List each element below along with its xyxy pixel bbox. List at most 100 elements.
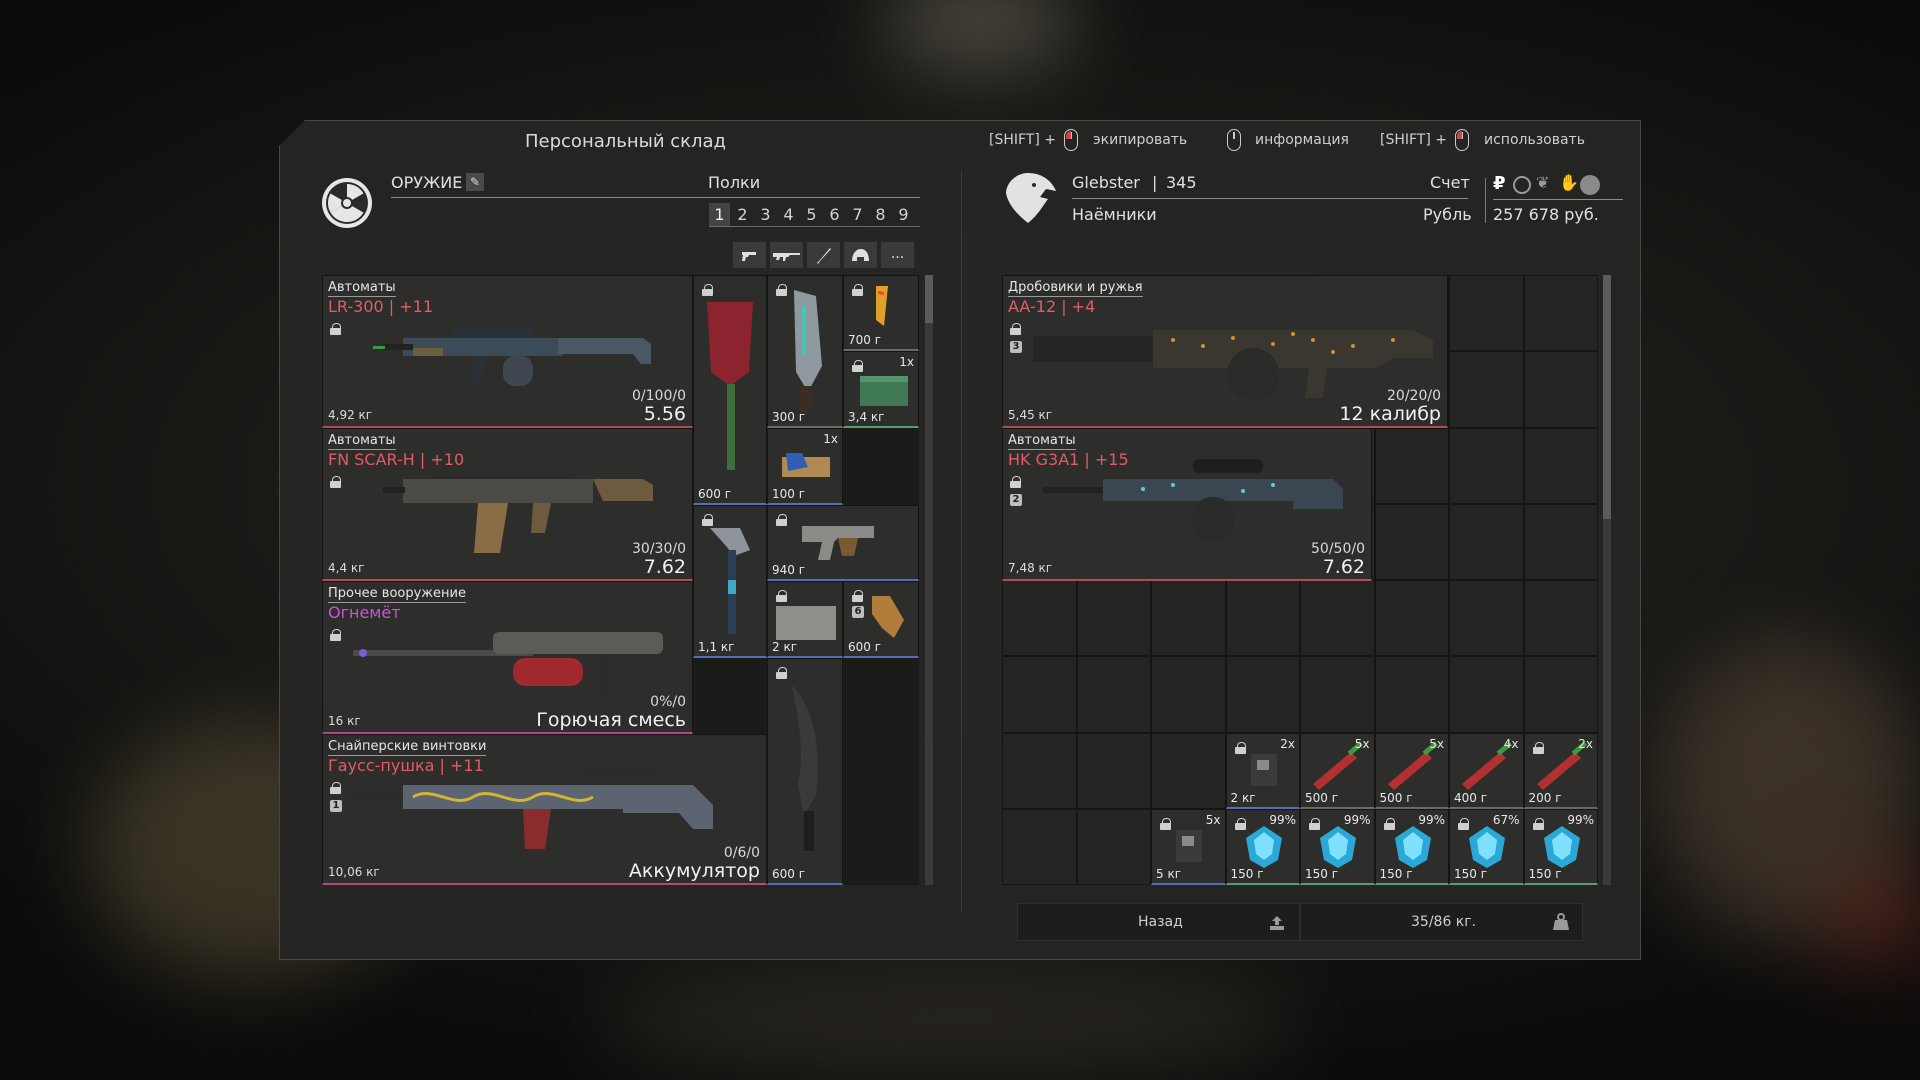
currency-rule xyxy=(1493,199,1623,200)
empty-grid-cell[interactable] xyxy=(1374,580,1449,657)
empty-grid-cell[interactable] xyxy=(1374,503,1449,580)
upload-icon xyxy=(1270,916,1284,930)
empty-grid-cell[interactable] xyxy=(1300,580,1375,657)
edit-icon[interactable]: ✎ xyxy=(466,173,484,191)
weapon-slot[interactable]: Дробовики и ружья AA-12 | +4 3 20/20/0 1… xyxy=(1002,275,1448,428)
empty-grid-cell[interactable] xyxy=(1523,351,1598,428)
shelf-6[interactable]: 6 xyxy=(824,203,845,226)
empty-grid-cell[interactable] xyxy=(1449,275,1524,352)
item-slot[interactable]: 99% 150 г xyxy=(1225,808,1300,885)
item-slot[interactable]: 600 г xyxy=(767,658,843,885)
shelf-1[interactable]: 1 xyxy=(709,203,730,226)
empty-grid-cell[interactable] xyxy=(1151,732,1226,809)
empty-grid-cell[interactable] xyxy=(1523,427,1598,504)
empty-grid-cell[interactable] xyxy=(1449,427,1524,504)
item-slot[interactable]: 300 г xyxy=(767,275,843,428)
item-slot[interactable]: 99% 150 г xyxy=(1300,808,1375,885)
empty-grid-cell[interactable] xyxy=(1374,656,1449,733)
item-slot[interactable]: 4x 400 г xyxy=(1449,732,1524,809)
empty-grid-cell[interactable] xyxy=(1225,656,1300,733)
weapon-caliber: 7.62 xyxy=(1322,556,1365,578)
currency-name: Рубль xyxy=(1423,205,1472,224)
hint-use-label: использовать xyxy=(1484,132,1585,148)
empty-grid-cell[interactable] xyxy=(1076,808,1151,885)
empty-grid-cell[interactable] xyxy=(1523,503,1598,580)
item-slot[interactable]: 1x 100 г xyxy=(767,428,843,505)
weapon-slot[interactable]: Автоматы HK G3A1 | +15 2 50/50/0 7.62 7,… xyxy=(1002,428,1372,581)
item-slot[interactable]: 67% 150 г xyxy=(1449,808,1524,885)
empty-grid-cell[interactable] xyxy=(1449,580,1524,657)
item-slot[interactable]: 2x 200 г xyxy=(1523,732,1598,809)
empty-grid-cell[interactable] xyxy=(1151,656,1226,733)
weapon-slot[interactable]: Прочее вооружение Огнемёт 0%/0 Горючая с… xyxy=(322,581,693,734)
shelves-rule xyxy=(709,226,920,227)
right-scroll-thumb[interactable] xyxy=(1603,275,1611,519)
back-button[interactable]: Назад xyxy=(1017,903,1300,941)
weapon-category: Снайперские винтовки xyxy=(328,739,487,756)
item-slot[interactable]: 1x 3,4 кг xyxy=(843,351,919,428)
item-slot[interactable]: 600 г xyxy=(693,275,767,505)
player-faction: Наёмники xyxy=(1072,205,1157,224)
empty-grid-cell[interactable] xyxy=(1374,427,1449,504)
empty-grid-cell[interactable] xyxy=(1523,656,1598,733)
panel-divider xyxy=(961,171,962,911)
shelf-2[interactable]: 2 xyxy=(732,203,753,226)
item-slot[interactable]: 99% 150 г xyxy=(1523,808,1598,885)
weapon-slot[interactable]: Снайперские винтовки Гаусс-пушка | +11 1… xyxy=(322,734,767,885)
lock-icon xyxy=(776,590,787,602)
shelf-3[interactable]: 3 xyxy=(755,203,776,226)
shelf-7[interactable]: 7 xyxy=(847,203,868,226)
item-slot[interactable]: 99% 150 г xyxy=(1374,808,1449,885)
weapon-ammo: 0/6/0 xyxy=(723,845,760,861)
eagle-emblem-icon xyxy=(1006,173,1056,223)
empty-grid-cell[interactable] xyxy=(1151,580,1226,657)
item-slot[interactable]: 940 г xyxy=(767,505,919,581)
item-weight: 500 г xyxy=(1379,790,1413,805)
filter-rifle-button[interactable] xyxy=(769,241,804,269)
weight-icon xyxy=(1553,913,1569,930)
empty-grid-cell[interactable] xyxy=(1225,580,1300,657)
empty-grid-cell[interactable] xyxy=(1076,656,1151,733)
filter-knife-button[interactable] xyxy=(806,241,841,269)
empty-grid-cell[interactable] xyxy=(1002,808,1077,885)
item-slot[interactable]: 5x 5 кг xyxy=(1151,808,1226,885)
shelf-9[interactable]: 9 xyxy=(893,203,914,226)
shelf-5[interactable]: 5 xyxy=(801,203,822,226)
empty-grid-cell[interactable] xyxy=(1523,580,1598,657)
empty-grid-cell[interactable] xyxy=(1300,656,1375,733)
empty-grid-cell[interactable] xyxy=(1449,656,1524,733)
item-slot[interactable]: 2 кг xyxy=(767,581,843,658)
item-slot[interactable]: 5x 500 г xyxy=(1374,732,1449,809)
radiation-icon xyxy=(322,178,372,228)
empty-grid-cell[interactable] xyxy=(1449,351,1524,428)
filter-more-button[interactable]: ... xyxy=(880,241,915,269)
empty-grid-cell[interactable] xyxy=(1002,656,1077,733)
left-scroll-thumb[interactable] xyxy=(925,275,933,323)
empty-grid-cell[interactable] xyxy=(1002,732,1077,809)
filter-helmet-button[interactable] xyxy=(843,241,878,269)
shelf-4[interactable]: 4 xyxy=(778,203,799,226)
right-scrollbar[interactable] xyxy=(1603,275,1611,885)
item-slot[interactable]: 6 600 г xyxy=(843,581,919,658)
empty-grid-cell[interactable] xyxy=(1449,503,1524,580)
item-slot[interactable]: 700 г xyxy=(843,275,919,351)
pistol-icon xyxy=(742,252,756,261)
scar-rifle-image xyxy=(383,471,653,553)
hand-icon: ✋ xyxy=(1559,173,1579,192)
item-weight: 5 кг xyxy=(1156,867,1182,881)
left-scrollbar[interactable] xyxy=(925,275,933,885)
weapon-slot[interactable]: Автоматы LR-300 | +11 0/100/0 5.56 4,92 … xyxy=(322,275,693,428)
item-durability: 99% xyxy=(1418,812,1445,827)
empty-grid-cell[interactable] xyxy=(1076,580,1151,657)
weapon-ammo: 30/30/0 xyxy=(632,541,686,557)
item-slot[interactable]: 2x 2 кг xyxy=(1225,732,1300,809)
item-slot[interactable]: 1,1 кг xyxy=(693,505,767,658)
filter-pistol-button[interactable] xyxy=(732,241,767,269)
weapon-slot[interactable]: Автоматы FN SCAR-H | +10 30/30/0 7.62 4,… xyxy=(322,428,693,581)
shelf-8[interactable]: 8 xyxy=(870,203,891,226)
empty-grid-cell[interactable] xyxy=(1523,275,1598,352)
item-weight: 940 г xyxy=(772,563,806,577)
item-slot[interactable]: 5x 500 г xyxy=(1300,732,1375,809)
empty-grid-cell[interactable] xyxy=(1002,580,1077,657)
empty-grid-cell[interactable] xyxy=(1076,732,1151,809)
